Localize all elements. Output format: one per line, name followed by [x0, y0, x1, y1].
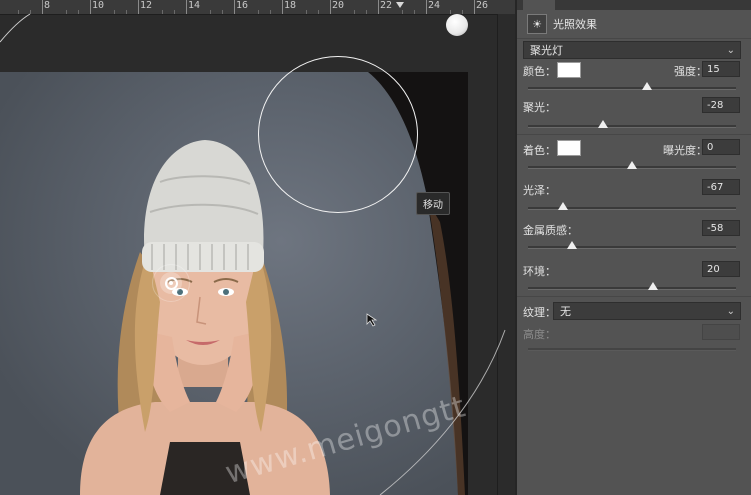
colorize-label: 着色：: [523, 144, 556, 157]
move-tooltip: 移动: [416, 192, 450, 215]
light-type-select[interactable]: 聚光灯 ⌄: [523, 41, 741, 59]
exposure-thumb[interactable]: [627, 161, 637, 169]
gloss-thumb[interactable]: [558, 202, 569, 210]
light-globe-icon[interactable]: [446, 14, 468, 36]
properties-panel: ☀ 光照效果 聚光灯 ⌄ 颜色： 强度： 15 聚光： -28 着色： 曝光度： …: [517, 0, 751, 495]
ambience-thumb[interactable]: [647, 282, 658, 290]
ambience-slider[interactable]: [528, 282, 736, 290]
light-color-swatch[interactable]: [557, 62, 581, 78]
metallic-field[interactable]: -58: [702, 220, 740, 236]
intensity-thumb[interactable]: [641, 82, 652, 90]
gloss-label: 光泽：: [523, 184, 556, 197]
metallic-slider[interactable]: [528, 241, 736, 249]
light-center-handle[interactable]: [152, 264, 190, 302]
focus-field[interactable]: -28: [702, 97, 740, 113]
focus-thumb[interactable]: [597, 120, 608, 128]
light-range-ellipse[interactable]: [258, 56, 418, 213]
light-range-arc: [0, 13, 506, 495]
texture-select[interactable]: 无 ⌄: [553, 302, 741, 320]
focus-label: 聚光：: [523, 101, 556, 114]
metallic-label: 金属质感：: [523, 224, 578, 237]
intensity-field[interactable]: 15: [702, 61, 740, 77]
ambience-label: 环境：: [523, 265, 556, 278]
metallic-thumb[interactable]: [566, 241, 577, 249]
gloss-field[interactable]: -67: [702, 179, 740, 195]
chevron-down-icon: ⌄: [726, 45, 735, 56]
exposure-slider[interactable]: [528, 161, 736, 169]
exposure-label: 曝光度：: [663, 144, 707, 157]
exposure-field[interactable]: 0: [702, 139, 740, 155]
chevron-down-icon: ⌄: [726, 306, 735, 317]
cursor-icon: [366, 313, 378, 327]
height-label: 高度：: [523, 328, 556, 341]
height-slider: [528, 348, 736, 351]
focus-slider[interactable]: [528, 120, 736, 128]
gloss-slider[interactable]: [528, 202, 736, 210]
ambience-field[interactable]: 20: [702, 261, 740, 277]
light-effects-icon: ☀: [527, 14, 547, 34]
intensity-slider[interactable]: [528, 82, 736, 90]
height-field: [702, 324, 740, 340]
texture-label: 纹理：: [523, 306, 556, 319]
color-label: 颜色：: [523, 65, 556, 78]
canvas-area[interactable]: 8 10 12 14 16 18 20 22 24 26 www.meigong…: [0, 0, 515, 495]
colorize-swatch[interactable]: [557, 140, 581, 156]
panel-title: 光照效果: [553, 18, 597, 31]
